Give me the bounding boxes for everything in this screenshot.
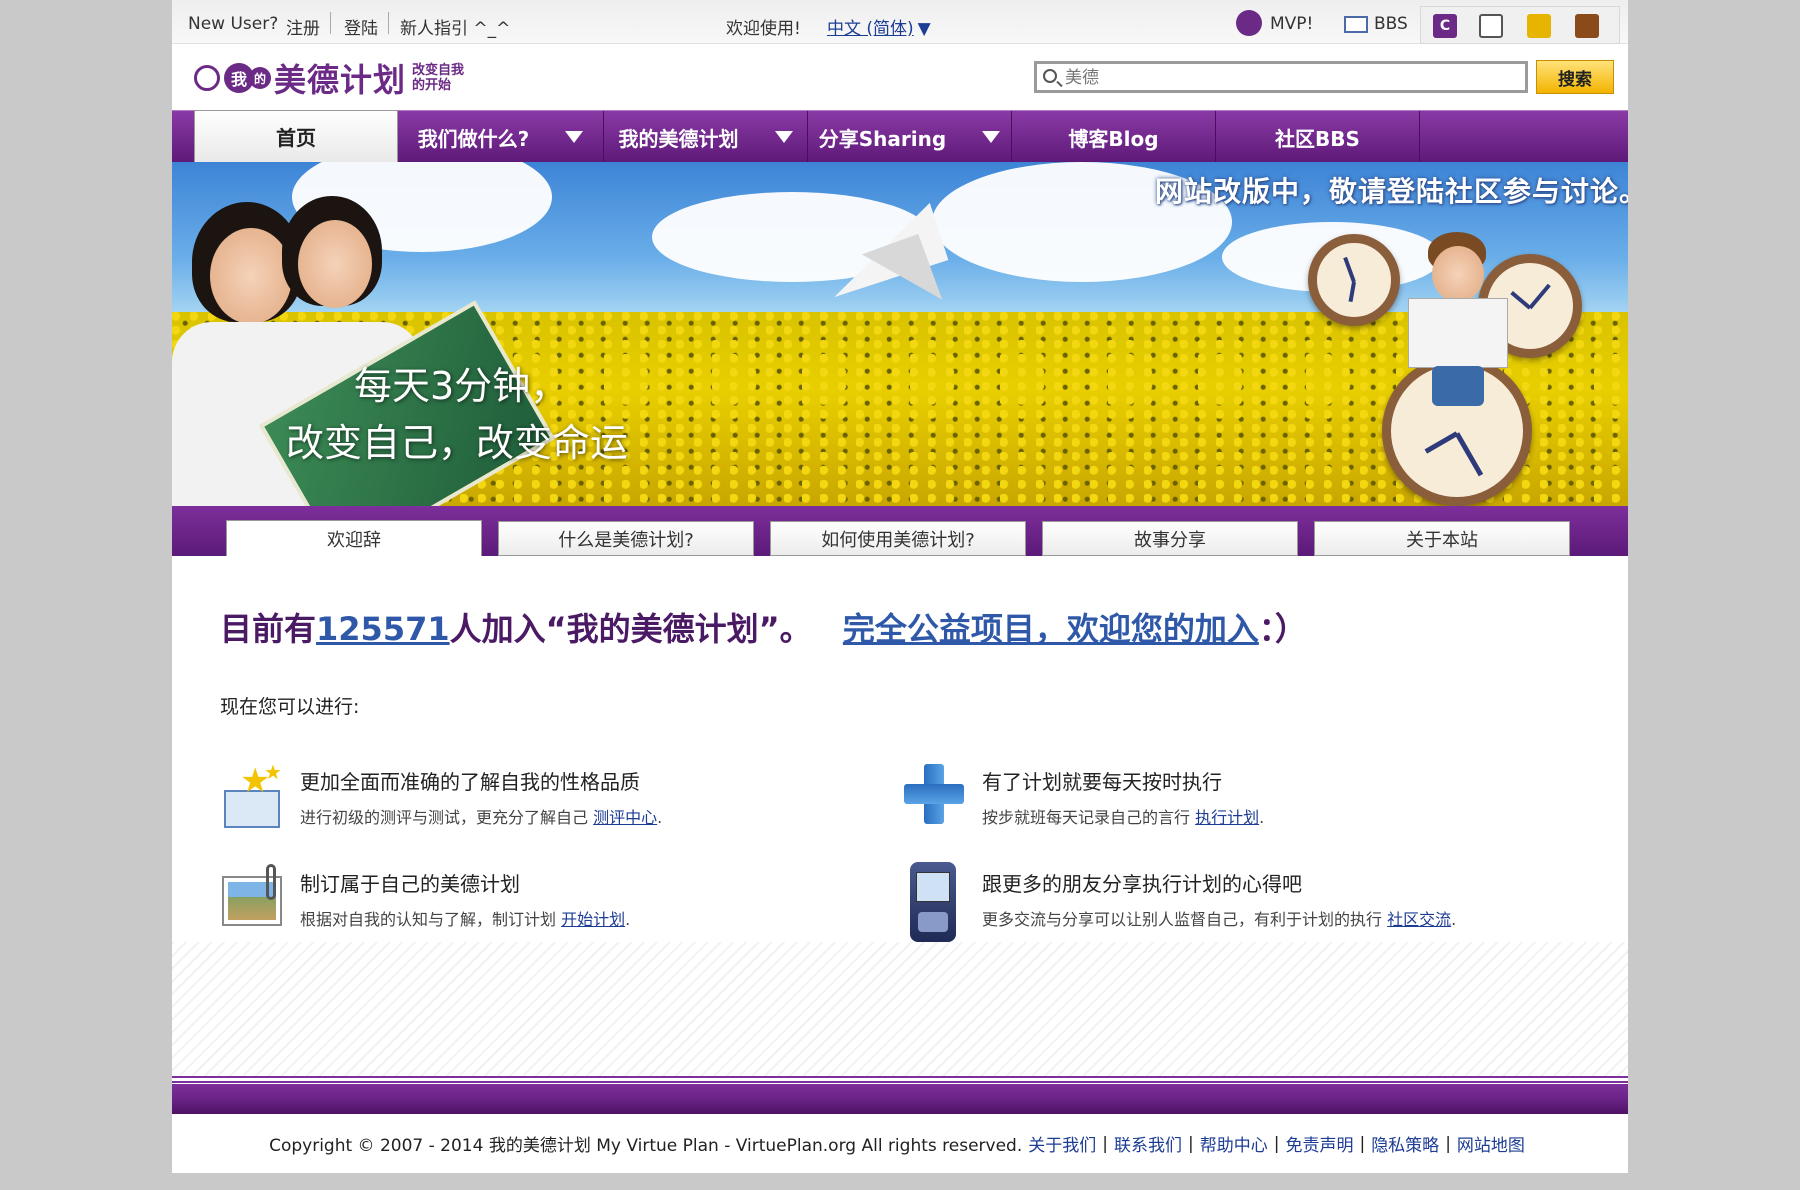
logo-mascot-icon bbox=[194, 65, 220, 91]
boy-reading-newspaper-image bbox=[1408, 232, 1518, 432]
nav-blog[interactable]: 博客Blog bbox=[1012, 111, 1216, 163]
newbie-guide-link[interactable]: 新人指引 ^_^ bbox=[400, 19, 510, 39]
tab-what-is-virtue-plan[interactable]: 什么是美德计划? bbox=[498, 521, 754, 556]
top-utility-bar: New User? 注册 登陆 新人指引 ^_^ 欢迎使用! 中文 (简体) ▼ … bbox=[172, 0, 1628, 44]
hero-banner[interactable]: 网站改版中，敬请登陆社区参与讨论。 每天3分钟， 改变自己，改变命运 bbox=[172, 162, 1628, 506]
window-icon[interactable] bbox=[1479, 14, 1503, 38]
join-us-link[interactable]: 完全公益项目，欢迎您的加入 bbox=[843, 610, 1259, 648]
feature-title: 制订属于自己的美德计划 bbox=[300, 872, 520, 896]
footer-link-privacy[interactable]: 隐私策略 bbox=[1371, 1131, 1439, 1156]
mvp-mascot-icon bbox=[1236, 10, 1262, 36]
community-link[interactable]: 社区交流 bbox=[1387, 910, 1451, 929]
tab-welcome[interactable]: 欢迎辞 bbox=[226, 520, 482, 556]
site-header: 我 的 美德计划 改变自我的开始 搜索 bbox=[172, 44, 1628, 110]
mvp-link[interactable]: MVP! bbox=[1270, 14, 1313, 34]
tab-how-to-use[interactable]: 如何使用美德计划? bbox=[770, 521, 1026, 556]
toolbar-icons: C bbox=[1420, 6, 1620, 44]
clock-icon bbox=[1308, 234, 1400, 326]
main-nav: 首页 我们做什么? 我的美德计划 分享Sharing 博客Blog 社区BBS bbox=[172, 110, 1628, 163]
chevron-down-icon bbox=[774, 131, 793, 143]
footer: Copyright © 2007 - 2014 我的美德计划 My Virtue… bbox=[172, 1114, 1628, 1173]
copyright-text: Copyright © 2007 - 2014 我的美德计划 My Virtue… bbox=[269, 1136, 1023, 1156]
search-button[interactable]: 搜索 bbox=[1536, 60, 1614, 94]
search-icon bbox=[1043, 69, 1057, 83]
feature-desc: 根据对自我的认知与了解，制订计划 开始计划. bbox=[300, 910, 631, 929]
chevron-down-icon bbox=[565, 131, 584, 143]
register-link[interactable]: 注册 bbox=[286, 19, 320, 39]
plus-icon bbox=[902, 760, 968, 830]
photo-clip-icon bbox=[220, 862, 286, 932]
nav-my-virtue-plan[interactable]: 我的美德计划 bbox=[604, 111, 808, 163]
login-link[interactable]: 登陆 bbox=[344, 19, 378, 39]
banner-slogan-line2: 改变自己，改变命运 bbox=[286, 421, 629, 465]
banner-notice: 网站改版中，敬请登陆社区参与讨论。 bbox=[1155, 175, 1628, 208]
welcome-text: 欢迎使用! bbox=[726, 19, 801, 39]
feature-share: 跟更多的朋友分享执行计划的心得吧 更多交流与分享可以让别人监督自己，有利于计划的… bbox=[902, 862, 1502, 942]
new-user-text: New User? bbox=[188, 14, 279, 34]
footer-link-contact[interactable]: 联系我们 bbox=[1114, 1131, 1182, 1156]
nav-what-we-do[interactable]: 我们做什么? bbox=[398, 111, 604, 163]
c-icon[interactable]: C bbox=[1433, 14, 1457, 38]
envelope-icon bbox=[1344, 16, 1368, 33]
coins-icon[interactable] bbox=[1527, 14, 1551, 38]
assessment-center-link[interactable]: 测评中心 bbox=[593, 808, 657, 827]
footer-link-about[interactable]: 关于我们 bbox=[1028, 1131, 1096, 1156]
footer-link-sitemap[interactable]: 网站地图 bbox=[1457, 1131, 1525, 1156]
logo-bubble-2: 的 bbox=[249, 67, 271, 89]
nav-bbs[interactable]: 社区BBS bbox=[1216, 111, 1420, 163]
tab-stories[interactable]: 故事分享 bbox=[1042, 521, 1298, 556]
chevron-down-icon bbox=[982, 131, 1001, 143]
shield-icon[interactable] bbox=[1575, 14, 1599, 38]
now-you-can-text: 现在您可以进行: bbox=[220, 696, 360, 718]
tab-about[interactable]: 关于本站 bbox=[1314, 521, 1570, 556]
feature-desc: 进行初级的测评与测试，更充分了解自己 测评中心. bbox=[300, 808, 663, 827]
search-box bbox=[1034, 61, 1528, 93]
feature-desc: 按步就班每天记录自己的言行 执行计划. bbox=[982, 808, 1265, 827]
footer-link-disclaimer[interactable]: 免责声明 bbox=[1285, 1131, 1353, 1156]
execute-plan-link[interactable]: 执行计划 bbox=[1195, 808, 1259, 827]
mobile-phone-icon bbox=[902, 862, 968, 942]
star-envelope-icon: ★ ★ bbox=[220, 760, 286, 830]
logo-slogan: 改变自我的开始 bbox=[412, 63, 465, 93]
banner-slogan-line1: 每天3分钟， bbox=[354, 364, 569, 408]
decorative-pattern bbox=[172, 942, 1628, 1076]
bbs-link[interactable]: BBS bbox=[1374, 14, 1408, 34]
chevron-down-icon: ▼ bbox=[917, 19, 931, 39]
divider bbox=[330, 12, 331, 34]
sub-tabs: 欢迎辞 什么是美德计划? 如何使用美德计划? 故事分享 关于本站 bbox=[172, 506, 1628, 556]
divider bbox=[388, 12, 389, 34]
page: New User? 注册 登陆 新人指引 ^_^ 欢迎使用! 中文 (简体) ▼ … bbox=[172, 0, 1628, 1173]
feature-desc: 更多交流与分享可以让别人监督自己，有利于计划的执行 社区交流. bbox=[982, 910, 1457, 929]
member-headline: 目前有125571人加入“我的美德计划”。 完全公益项目，欢迎您的加入：） bbox=[220, 610, 1307, 648]
language-selector[interactable]: 中文 (简体) bbox=[827, 19, 914, 39]
footer-link-help[interactable]: 帮助中心 bbox=[1200, 1131, 1268, 1156]
feature-title: 更加全面而准确的了解自我的性格品质 bbox=[300, 770, 640, 794]
nav-sharing[interactable]: 分享Sharing bbox=[808, 111, 1012, 163]
feature-make-plan: 制订属于自己的美德计划 根据对自我的认知与了解，制订计划 开始计划. bbox=[220, 862, 820, 942]
footer-bar bbox=[172, 1076, 1628, 1114]
feature-title: 跟更多的朋友分享执行计划的心得吧 bbox=[982, 872, 1302, 896]
member-count-link[interactable]: 125571 bbox=[316, 610, 450, 648]
feature-execute: 有了计划就要每天按时执行 按步就班每天记录自己的言行 执行计划. bbox=[902, 760, 1502, 840]
nav-home[interactable]: 首页 bbox=[194, 110, 398, 162]
start-plan-link[interactable]: 开始计划 bbox=[561, 910, 625, 929]
search-input[interactable] bbox=[1065, 66, 1515, 90]
site-logo[interactable]: 我 的 美德计划 改变自我的开始 bbox=[194, 56, 472, 100]
logo-name: 美德计划 bbox=[274, 61, 407, 99]
feature-assessment: ★ ★ 更加全面而准确的了解自我的性格品质 进行初级的测评与测试，更充分了解自己… bbox=[220, 760, 820, 840]
feature-title: 有了计划就要每天按时执行 bbox=[982, 770, 1222, 794]
